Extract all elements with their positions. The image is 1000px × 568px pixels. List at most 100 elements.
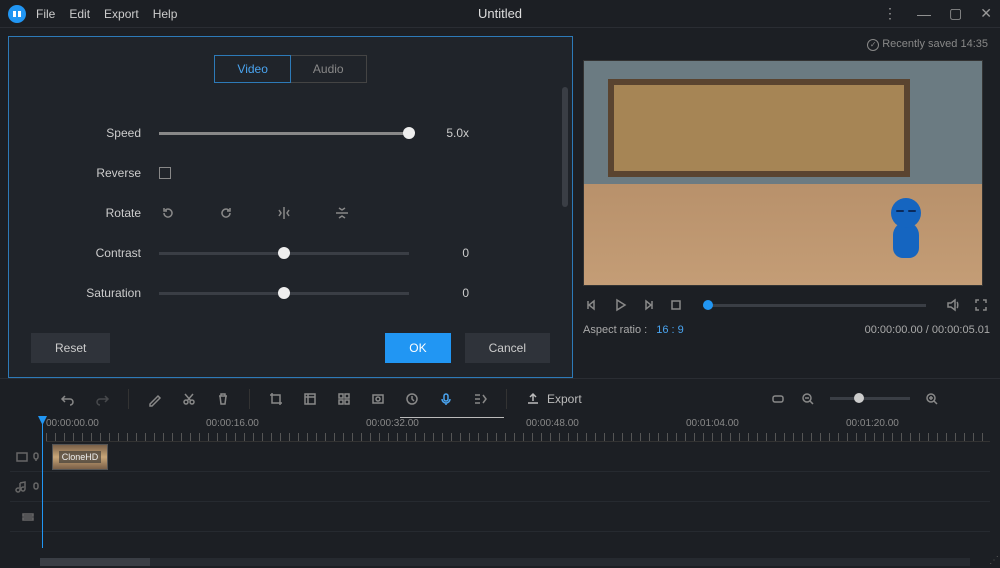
ruler-mark: 00:00:00.00: [46, 418, 99, 429]
rotate-label: Rotate: [49, 206, 159, 220]
tab-video[interactable]: Video: [214, 55, 290, 83]
rotate-cw-icon[interactable]: [217, 204, 235, 222]
contrast-row: Contrast 0: [49, 233, 532, 273]
ruler-mark: 00:01:04.00: [686, 418, 739, 429]
menu-edit[interactable]: Edit: [69, 7, 90, 21]
delete-icon[interactable]: [215, 391, 231, 407]
ruler-mark: 00:00:16.00: [206, 418, 259, 429]
speed-row: Speed 5.0x: [49, 113, 532, 153]
flip-vertical-icon[interactable]: [333, 204, 351, 222]
saturation-value: 0: [409, 286, 469, 300]
zoom-slider[interactable]: [830, 397, 910, 400]
prev-frame-button[interactable]: [583, 296, 601, 314]
tracks: CloneHD: [10, 442, 990, 532]
reverse-checkbox[interactable]: [159, 167, 171, 179]
video-preview: [583, 60, 983, 286]
maximize-button[interactable]: ▢: [949, 5, 962, 22]
zoom-out-icon[interactable]: [800, 391, 816, 407]
speed-slider[interactable]: [159, 132, 409, 135]
fullscreen-icon[interactable]: [972, 296, 990, 314]
resize-grip[interactable]: ⋰: [989, 555, 998, 566]
saved-status: Recently saved 14:35: [867, 38, 988, 51]
rotate-row: Rotate: [49, 193, 532, 233]
cancel-button[interactable]: Cancel: [465, 333, 550, 363]
saturation-label: Saturation: [49, 286, 159, 300]
duration-icon[interactable]: [404, 391, 420, 407]
panel-scrollbar[interactable]: [562, 87, 568, 207]
time-display: 00:00:00.00 / 00:00:05.01: [865, 324, 990, 336]
video-track-head[interactable]: [10, 450, 46, 464]
preview-info: Aspect ratio : 16 : 9 00:00:00.00 / 00:0…: [583, 324, 990, 336]
close-button[interactable]: ✕: [980, 5, 992, 22]
cut-icon[interactable]: [181, 391, 197, 407]
main-menu: File Edit Export Help: [36, 7, 177, 21]
aspect-label: Aspect ratio :: [583, 324, 647, 336]
contrast-label: Contrast: [49, 246, 159, 260]
panel-tabs: Video Audio: [9, 55, 572, 83]
audio-track-head[interactable]: [10, 480, 46, 494]
video-clip[interactable]: CloneHD: [52, 444, 108, 470]
app-logo: [8, 5, 26, 23]
zoom-in-icon[interactable]: [924, 391, 940, 407]
video-track[interactable]: CloneHD: [10, 442, 990, 472]
ruler-mark: 00:00:48.00: [526, 418, 579, 429]
tab-audio[interactable]: Audio: [291, 55, 367, 83]
speed-label: Speed: [49, 126, 159, 140]
clip-label: CloneHD: [59, 451, 102, 463]
panel-buttons: Reset OK Cancel: [9, 333, 572, 363]
voiceover-icon[interactable]: [438, 391, 454, 407]
main-area: Video Audio Speed 5.0x Reverse Rotate: [0, 28, 1000, 378]
window-controls: ⋮ — ▢ ✕: [883, 5, 992, 22]
playback-thumb[interactable]: [703, 300, 713, 310]
undo-icon[interactable]: [60, 391, 76, 407]
overlay-track-head[interactable]: [10, 510, 46, 524]
flip-horizontal-icon[interactable]: [275, 204, 293, 222]
properties-list: Speed 5.0x Reverse Rotate: [49, 113, 532, 313]
minimize-button[interactable]: —: [917, 6, 931, 22]
play-button[interactable]: [611, 296, 629, 314]
menu-help[interactable]: Help: [153, 7, 178, 21]
redo-icon[interactable]: [94, 391, 110, 407]
timeline-toolbar: Export Record voiceover: [0, 378, 1000, 418]
properties-panel: Video Audio Speed 5.0x Reverse Rotate: [8, 36, 573, 378]
contrast-slider[interactable]: [159, 252, 409, 255]
preview-panel: Recently saved 14:35 Aspect ratio : 16 :…: [573, 28, 1000, 378]
title-bar: File Edit Export Help Untitled ⋮ — ▢ ✕: [0, 0, 1000, 28]
saturation-slider[interactable]: [159, 292, 409, 295]
export-button[interactable]: Export: [525, 391, 582, 407]
playhead[interactable]: [42, 418, 43, 548]
text-to-speech-icon[interactable]: [472, 391, 488, 407]
stop-button[interactable]: [667, 296, 685, 314]
window-title: Untitled: [478, 6, 522, 21]
pen-icon[interactable]: [147, 391, 163, 407]
menu-export[interactable]: Export: [104, 7, 139, 21]
reverse-label: Reverse: [49, 166, 159, 180]
contrast-value: 0: [409, 246, 469, 260]
ruler-mark: 00:00:32.00: [366, 418, 419, 429]
playback-controls: [583, 296, 990, 314]
timeline-ruler[interactable]: 00:00:00.00 00:00:16.00 00:00:32.00 00:0…: [46, 418, 990, 442]
audio-track[interactable]: [10, 472, 990, 502]
aspect-value[interactable]: 16 : 9: [656, 324, 684, 336]
playback-progress[interactable]: [703, 304, 926, 307]
volume-icon[interactable]: [944, 296, 962, 314]
rotate-ccw-icon[interactable]: [159, 204, 177, 222]
menu-file[interactable]: File: [36, 7, 55, 21]
more-icon[interactable]: ⋮: [883, 5, 899, 22]
timeline-scrollbar[interactable]: [40, 558, 970, 566]
ok-button[interactable]: OK: [385, 333, 450, 363]
next-frame-button[interactable]: [639, 296, 657, 314]
mosaic-icon[interactable]: [336, 391, 352, 407]
overlay-track[interactable]: [10, 502, 990, 532]
fit-icon[interactable]: [770, 391, 786, 407]
crop-icon[interactable]: [268, 391, 284, 407]
zoom-icon[interactable]: [302, 391, 318, 407]
reset-button[interactable]: Reset: [31, 333, 110, 363]
timeline: 00:00:00.00 00:00:16.00 00:00:32.00 00:0…: [0, 418, 1000, 568]
ruler-mark: 00:01:20.00: [846, 418, 899, 429]
speed-value: 5.0x: [409, 126, 469, 140]
preview-board: [608, 79, 910, 178]
freeze-icon[interactable]: [370, 391, 386, 407]
preview-figure: [886, 198, 926, 258]
reverse-row: Reverse: [49, 153, 532, 193]
